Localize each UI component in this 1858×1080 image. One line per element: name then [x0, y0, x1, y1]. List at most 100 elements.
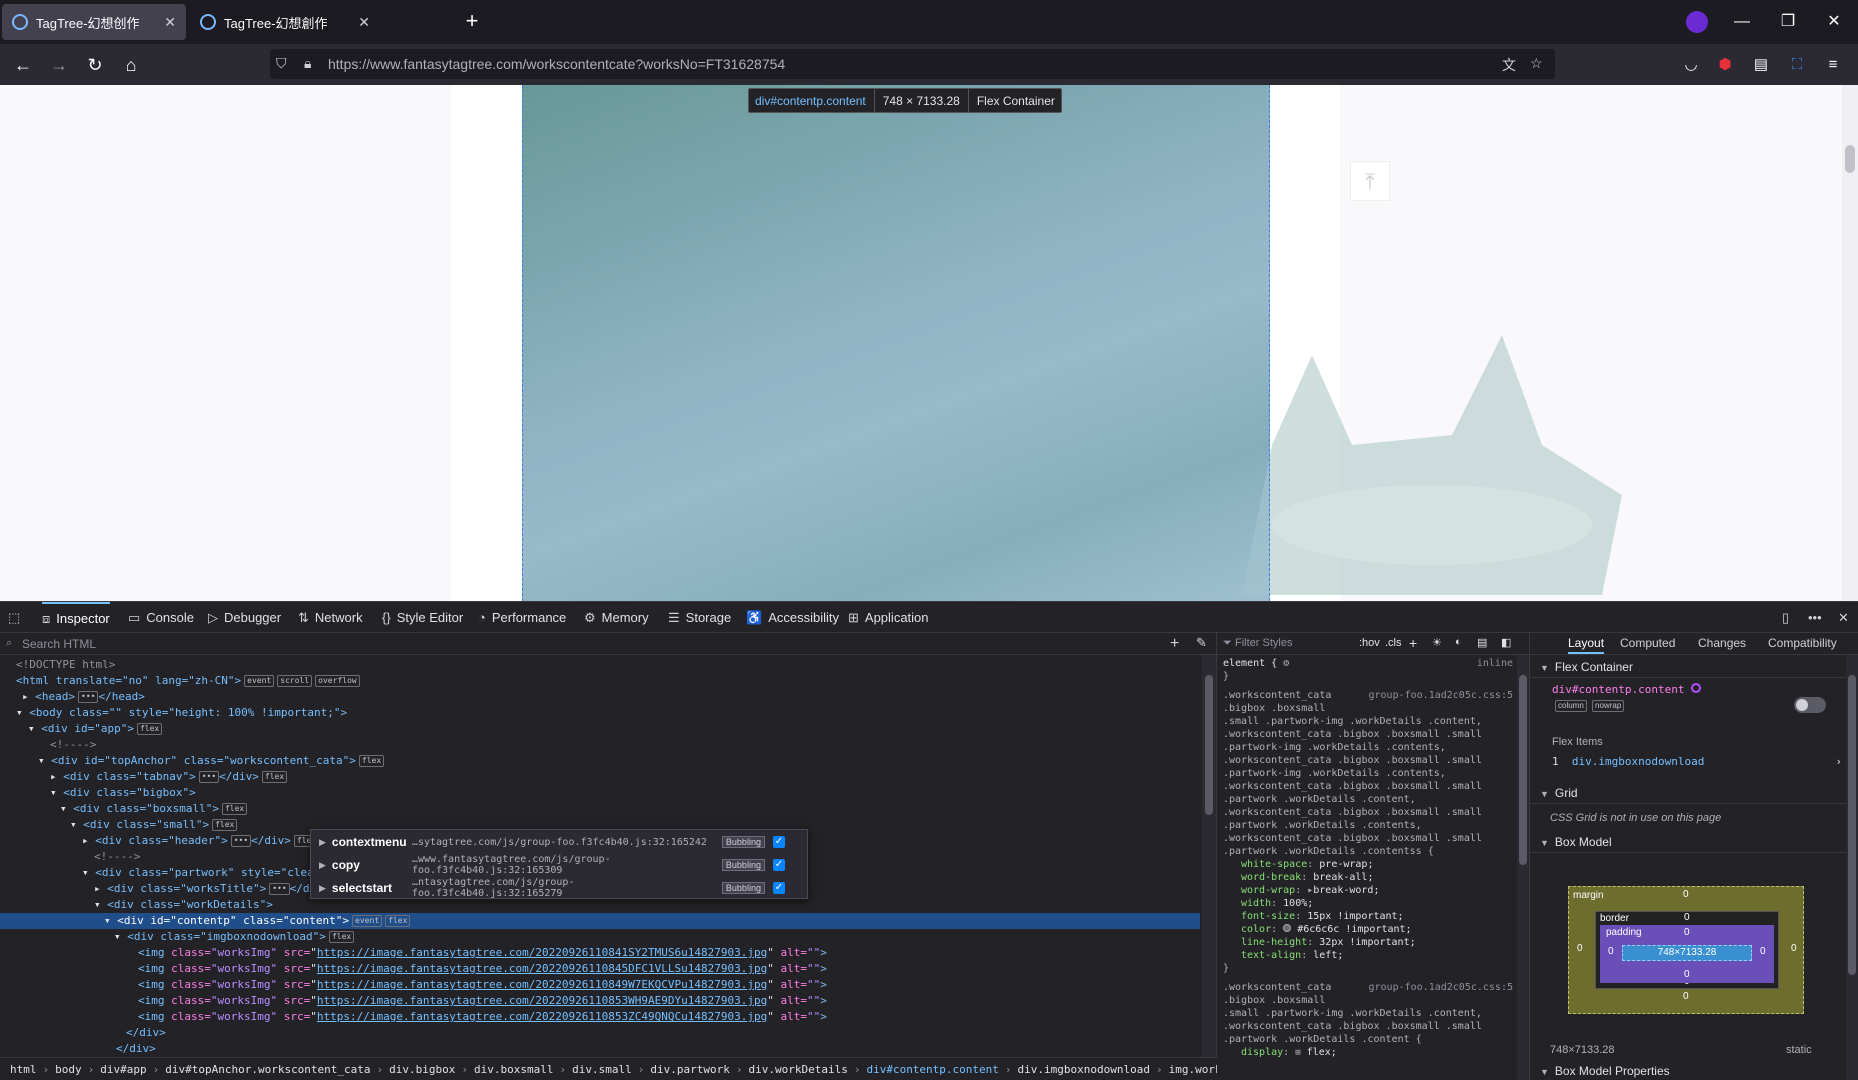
restore-button[interactable]: ❐ [1768, 8, 1808, 36]
rule-source-link[interactable]: group-foo.1ad2c05c.css:5 [1369, 689, 1514, 702]
page-scrollbar[interactable] [1842, 85, 1858, 601]
markup-line[interactable]: <img class="worksImg" src="https://image… [0, 993, 1200, 1009]
close-window-button[interactable]: ✕ [1814, 8, 1854, 36]
expand-icon[interactable]: ▶ [319, 883, 326, 894]
tab-1[interactable]: TagTree-幻想创作 ✕ [2, 4, 186, 40]
url-text[interactable]: https://www.fantasytagtree.com/workscont… [328, 56, 785, 72]
breadcrumb-item[interactable]: div.small [572, 1063, 632, 1076]
lock-icon[interactable]: 🔒︎ [304, 55, 311, 72]
bookmark-star-icon[interactable]: ☆ [1530, 55, 1543, 72]
event-badge[interactable]: event [352, 915, 383, 927]
markup-line[interactable]: <img class="worksImg" src="https://image… [0, 945, 1200, 961]
translate-ext-icon[interactable]: ⛶ [1786, 54, 1808, 76]
css-declaration[interactable]: text-align: left; [1223, 949, 1513, 962]
hov-button[interactable]: :hov [1359, 637, 1380, 649]
breadcrumb-item-current[interactable]: div#contentp.content [866, 1063, 998, 1076]
tab-storage[interactable]: ☰ Storage [668, 602, 731, 633]
sidebar-toggle-icon[interactable]: ◧ [1501, 636, 1511, 649]
markup-line[interactable]: </div> [0, 1025, 1200, 1041]
dock-icon[interactable]: ▯ [1782, 602, 1795, 633]
padding-left[interactable]: 0 [1608, 946, 1614, 957]
tab-changes[interactable]: Changes [1698, 636, 1746, 650]
filter-styles-input[interactable]: Filter Styles [1235, 637, 1292, 649]
markup-line[interactable]: ▾ <div class="bigbox"> [0, 785, 1200, 801]
markup-line[interactable]: ▸ <head> ••• </head> [0, 689, 1200, 705]
event-row-copy[interactable]: ▶ copy …www.fantasytagtree.com/js/group-… [311, 854, 809, 876]
markup-line[interactable]: ▾ <div class="boxsmall"> flex [0, 801, 1200, 817]
color-dot-icon[interactable] [1691, 683, 1702, 693]
enabled-checkbox[interactable]: ✓ [772, 882, 785, 894]
layout-scrollbar[interactable] [1846, 655, 1858, 1080]
close-tab-icon[interactable]: ✕ [358, 14, 370, 31]
close-tab-icon[interactable]: ✕ [164, 14, 176, 31]
margin-left[interactable]: 0 [1577, 943, 1583, 954]
css-declaration[interactable]: word-break: break-all; [1223, 871, 1513, 884]
event-badge[interactable]: event [244, 675, 275, 687]
gear-icon[interactable]: ⚙ [1283, 658, 1289, 669]
margin-bottom[interactable]: 0 [1683, 991, 1689, 1002]
new-tab-button[interactable]: + [460, 10, 484, 34]
scroll-to-top-icon[interactable]: ⤒ [1350, 161, 1390, 201]
menu-icon[interactable]: ≡ [1822, 54, 1844, 76]
css-declaration[interactable]: font-size: 15px !important; [1223, 910, 1513, 923]
enabled-checkbox[interactable]: ✓ [772, 836, 785, 848]
chevron-right-icon[interactable]: › [1835, 755, 1842, 768]
rules-scrollbar[interactable] [1517, 655, 1529, 1080]
tab-computed[interactable]: Computed [1620, 636, 1675, 650]
more-options-icon[interactable]: ••• [1808, 602, 1828, 633]
shield-icon[interactable]: ⛉ [276, 55, 287, 72]
flex-container-header[interactable]: ▼ Flex Container [1530, 656, 1858, 678]
markup-line[interactable]: <img class="worksImg" src="https://image… [0, 1009, 1200, 1025]
rule-source-link[interactable]: group-foo.1ad2c05c.css:5 [1369, 981, 1514, 994]
breadcrumb-item[interactable]: div.bigbox [389, 1063, 455, 1076]
tab-performance[interactable]: ◔ Performance [478, 602, 566, 633]
box-model-header[interactable]: ▼ Box Model [1530, 831, 1858, 853]
scroll-badge[interactable]: scroll [277, 675, 313, 687]
expand-icon[interactable]: ▶ [319, 837, 326, 848]
css-declaration[interactable]: line-height: 32px !important; [1223, 936, 1513, 949]
search-html-input[interactable]: Search HTML [0, 633, 1217, 655]
markup-line[interactable]: ▾ <div id="app"> flex [0, 721, 1200, 737]
breadcrumb-item[interactable]: div.imgboxnodownload [1018, 1063, 1150, 1076]
forward-icon[interactable]: → [46, 52, 72, 78]
eyedropper-icon[interactable]: ✎ [1196, 635, 1207, 651]
markup-line[interactable]: <img class="worksImg" src="https://image… [0, 977, 1200, 993]
tab-memory[interactable]: ⚙ Memory [584, 602, 649, 633]
tab-inspector[interactable]: ⧈ Inspector [42, 602, 110, 633]
breadcrumb-item[interactable]: body [55, 1063, 82, 1076]
pocket-icon[interactable]: ◡ [1680, 54, 1702, 76]
css-declaration[interactable]: word-wrap: ▸break-word; [1223, 884, 1513, 897]
breadcrumb-item[interactable]: div.partwork [650, 1063, 729, 1076]
tab-debugger[interactable]: ▷ Debugger [208, 602, 281, 633]
tab-network[interactable]: ⇅ Network [298, 602, 363, 633]
tab-console[interactable]: ▭ Console [128, 602, 194, 633]
breadcrumb-item[interactable]: html [10, 1063, 37, 1076]
minimize-button[interactable]: — [1722, 8, 1762, 36]
ublock-icon[interactable]: ⬢ [1714, 54, 1736, 76]
dark-theme-icon[interactable]: ◐ [1455, 636, 1462, 648]
content-size[interactable]: 748×7133.28 [1622, 945, 1752, 961]
overflow-badge[interactable]: overflow [315, 675, 360, 687]
reader-icon[interactable]: ▤ [1750, 54, 1772, 76]
tab-style-editor[interactable]: {} Style Editor [382, 602, 463, 633]
markup-line[interactable]: </div> [0, 1041, 1200, 1057]
flex-item-row[interactable]: 1 div.imgboxnodownload › [1552, 755, 1842, 768]
markup-line[interactable]: <!----> [0, 737, 1200, 753]
private-mask-icon[interactable] [1686, 11, 1708, 33]
add-node-icon[interactable]: + [1170, 635, 1179, 653]
expand-icon[interactable]: ▶ [319, 860, 326, 871]
reload-icon[interactable]: ↻ [82, 52, 108, 78]
breadcrumb-item[interactable]: div.boxsmall [474, 1063, 553, 1076]
flex-selector[interactable]: div#contentp.content [1552, 683, 1702, 696]
tab-2[interactable]: TagTree-幻想創作 ✕ [190, 4, 380, 40]
padding-right[interactable]: 0 [1760, 946, 1766, 957]
box-model-properties-header[interactable]: ▼ Box Model Properties [1530, 1060, 1858, 1080]
markup-line[interactable]: <img class="worksImg" src="https://image… [0, 961, 1200, 977]
markup-line[interactable]: ▾ <div id="topAnchor" class="worksconten… [0, 753, 1200, 769]
tab-layout[interactable]: Layout [1568, 636, 1605, 654]
print-media-icon[interactable]: ▤ [1477, 636, 1487, 649]
event-row-contextmenu[interactable]: ▶ contextmenu …sytagtree.com/js/group-fo… [311, 831, 809, 853]
breadcrumb-item[interactable]: div#topAnchor.workscontent_cata [165, 1063, 370, 1076]
css-declaration[interactable]: width: 100%; [1223, 897, 1513, 910]
border-top[interactable]: 0 [1684, 912, 1690, 923]
